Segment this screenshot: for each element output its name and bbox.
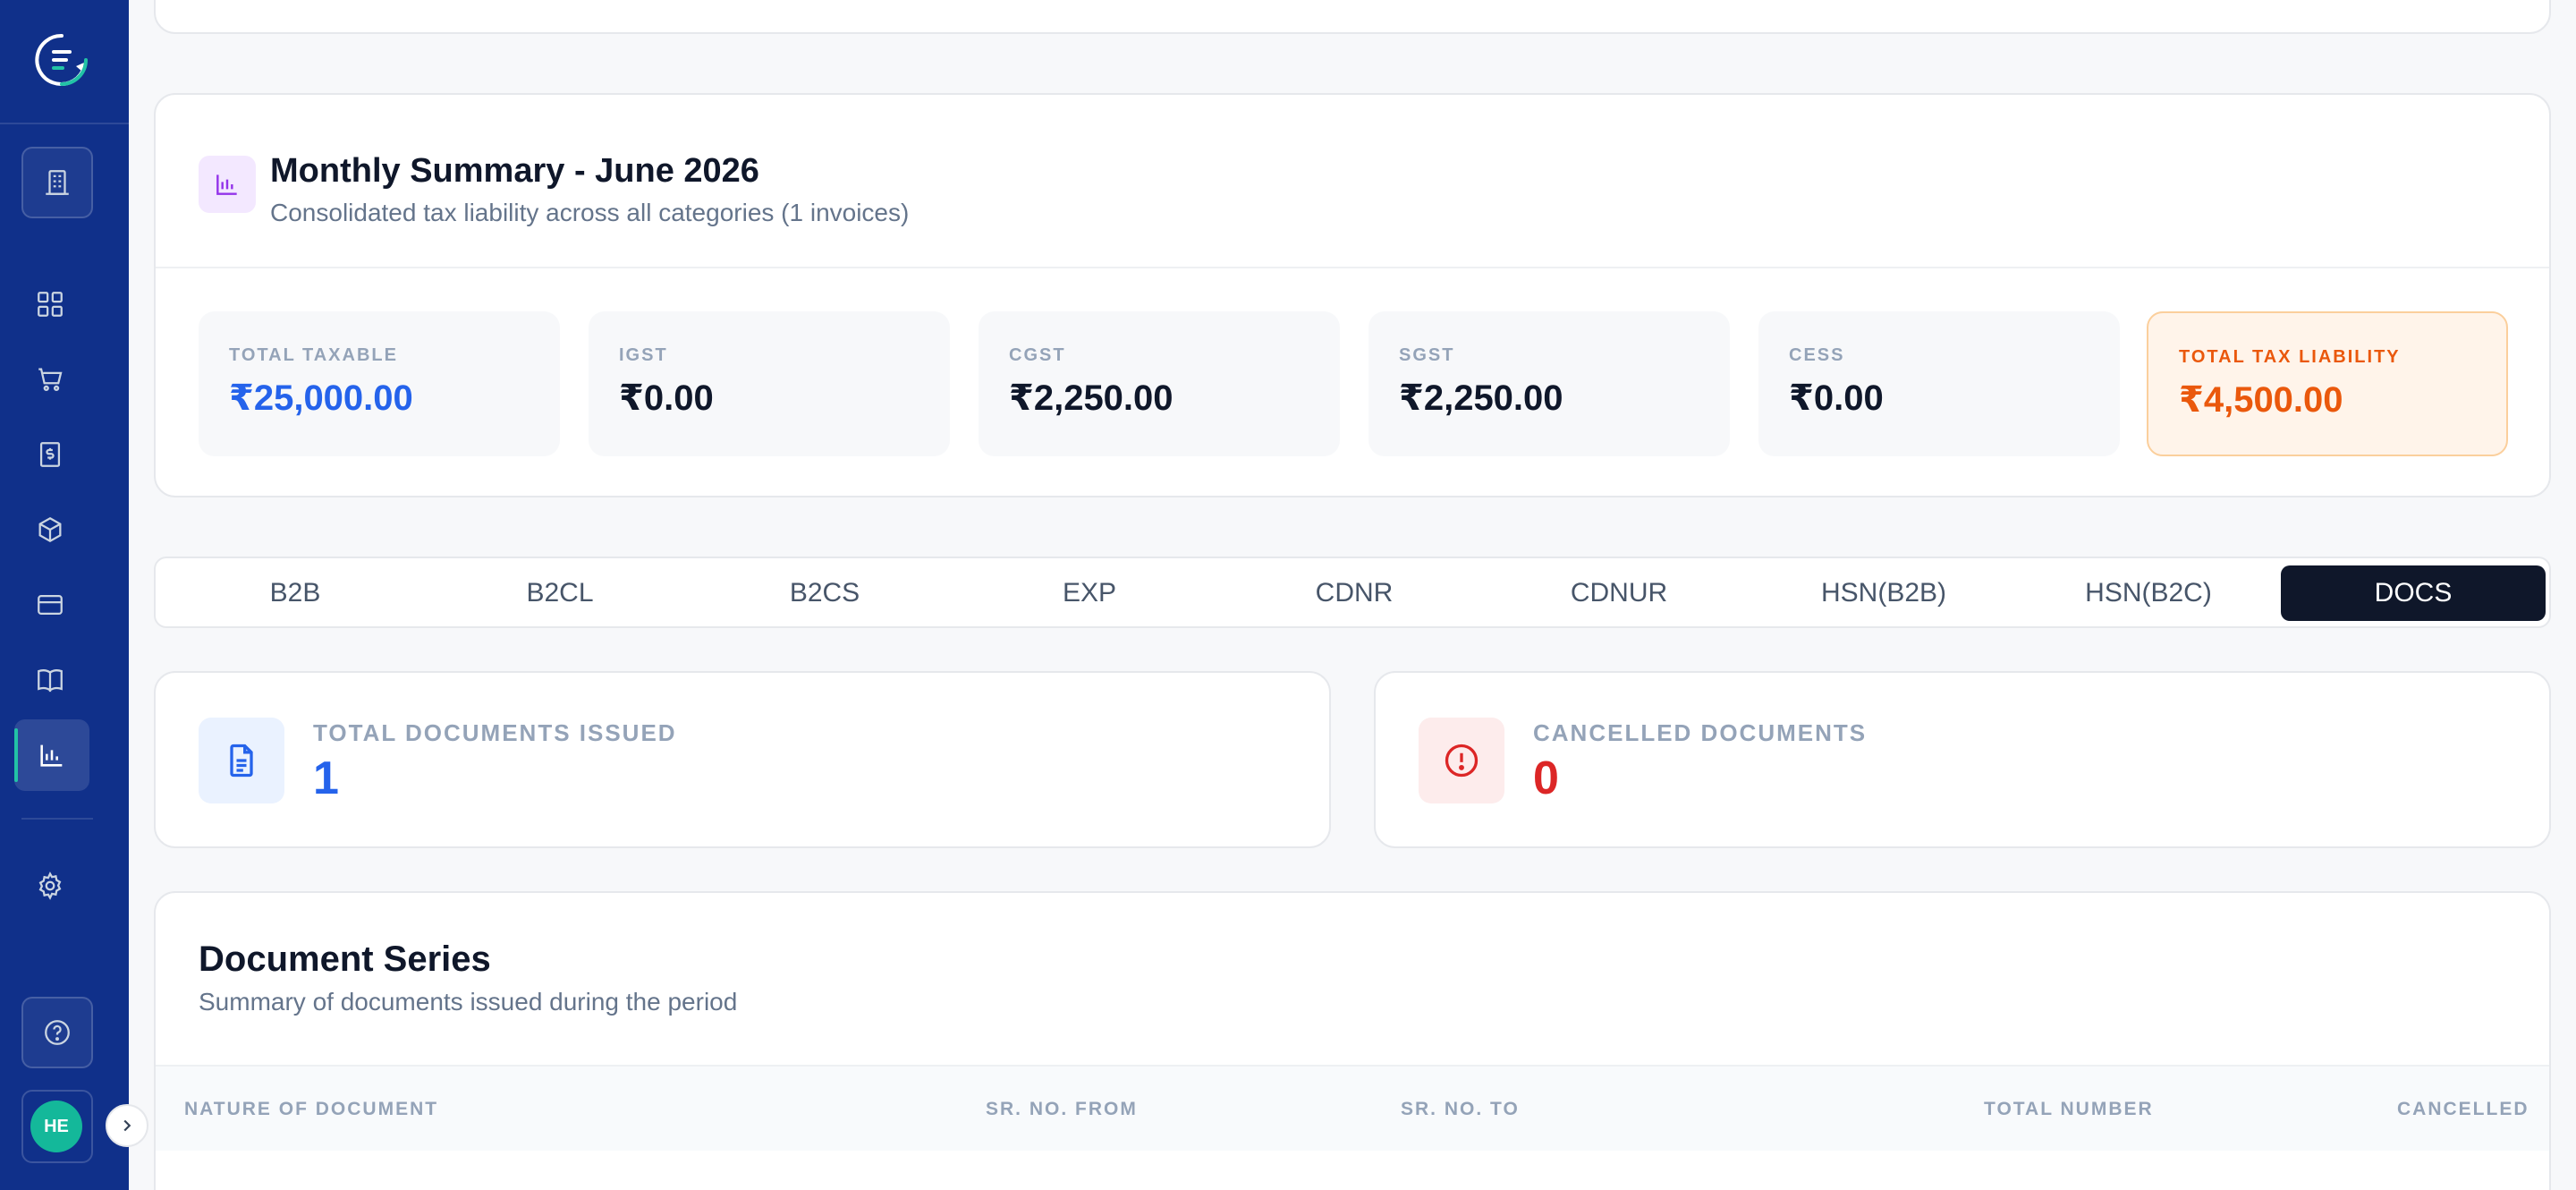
metric-igst: IGST ₹0.00 (589, 311, 950, 456)
sidebar-item-products[interactable] (25, 505, 75, 555)
tab-docs[interactable]: DOCS (2281, 565, 2546, 621)
series-subtitle: Summary of documents issued during the p… (199, 988, 738, 1016)
sidebar-item-settings[interactable] (25, 861, 75, 911)
metric-label: IGST (619, 345, 668, 365)
column-header-total: TOTAL NUMBER (1984, 1099, 2154, 1119)
tab-cdnur[interactable]: CDNUR (1487, 565, 1751, 621)
stat-value: 1 (313, 752, 339, 804)
gstr-section-tabs: B2B B2CL B2CS EXP CDNR CDNUR HSN(B2B) HS… (154, 557, 2551, 628)
invoice-icon (39, 442, 61, 467)
help-icon (45, 1020, 70, 1045)
metric-value: ₹4,500.00 (2179, 380, 2343, 420)
metric-label: TOTAL TAXABLE (229, 345, 398, 365)
summary-title: Monthly Summary - June 2026 (270, 152, 759, 190)
sidebar-collapse-button[interactable] (106, 1104, 148, 1147)
gear-icon (38, 871, 62, 900)
metric-total-tax-liability: TOTAL TAX LIABILITY ₹4,500.00 (2147, 311, 2508, 456)
sidebar-item-invoices[interactable] (25, 429, 75, 480)
stat-value: 0 (1533, 752, 1559, 804)
sidebar-divider (21, 818, 93, 820)
package-icon (38, 516, 62, 543)
stat-label: TOTAL DOCUMENTS ISSUED (313, 719, 677, 746)
sidebar-item-ledger[interactable] (25, 655, 75, 705)
book-icon (38, 669, 63, 693)
alert-circle-icon (1419, 718, 1504, 803)
metric-label: SGST (1399, 345, 1455, 365)
series-title: Document Series (199, 939, 491, 979)
sidebar-item-purchases[interactable] (25, 354, 75, 404)
column-header-cancelled: CANCELLED (2397, 1099, 2529, 1119)
table-header: NATURE OF DOCUMENT SR. NO. FROM SR. NO. … (156, 1065, 2549, 1151)
chevron-right-icon (123, 1119, 131, 1132)
metric-value: ₹0.00 (619, 378, 714, 418)
metric-label: CESS (1789, 345, 1845, 365)
document-series-card: Document Series Summary of documents iss… (154, 891, 2551, 1190)
stat-label: CANCELLED DOCUMENTS (1533, 719, 1868, 746)
metric-cgst: CGST ₹2,250.00 (979, 311, 1340, 456)
metric-label: CGST (1009, 345, 1066, 365)
tab-b2cl[interactable]: B2CL (428, 565, 692, 621)
avatar[interactable]: HE (30, 1101, 82, 1152)
building-icon (46, 170, 69, 195)
tab-hsn-b2c[interactable]: HSN(B2C) (2016, 565, 2281, 621)
sidebar-item-reports[interactable] (14, 719, 89, 791)
column-header-sr-to: SR. NO. TO (1401, 1099, 1520, 1119)
tab-hsn-b2b[interactable]: HSN(B2B) (1751, 565, 2016, 621)
help-button[interactable] (21, 997, 93, 1068)
metric-cess: CESS ₹0.00 (1758, 311, 2120, 456)
monthly-summary-card: Monthly Summary - June 2026 Consolidated… (154, 93, 2551, 497)
tab-b2b[interactable]: B2B (163, 565, 428, 621)
total-documents-card: TOTAL DOCUMENTS ISSUED 1 (154, 671, 1331, 848)
column-header-sr-from: SR. NO. FROM (986, 1099, 1138, 1119)
bar-chart-icon (40, 744, 63, 767)
metric-value: ₹0.00 (1789, 378, 1884, 418)
tab-cdnr[interactable]: CDNR (1222, 565, 1487, 621)
metric-value: ₹2,250.00 (1399, 378, 1563, 418)
metric-label: TOTAL TAX LIABILITY (2179, 347, 2401, 367)
company-switch-button[interactable] (21, 147, 93, 218)
metric-value: ₹2,250.00 (1009, 378, 1174, 418)
sidebar: HE (0, 0, 129, 1190)
summary-divider (156, 267, 2549, 268)
app-logo-icon[interactable] (32, 30, 91, 89)
metric-value: ₹25,000.00 (229, 378, 413, 418)
tab-exp[interactable]: EXP (957, 565, 1222, 621)
document-icon (199, 718, 284, 803)
tab-b2cs[interactable]: B2CS (692, 565, 957, 621)
cart-icon (38, 368, 63, 392)
cancelled-documents-card: CANCELLED DOCUMENTS 0 (1374, 671, 2551, 848)
summary-subtitle: Consolidated tax liability across all ca… (270, 199, 910, 226)
top-card (154, 0, 2551, 34)
summary-header: Monthly Summary - June 2026 Consolidated… (199, 152, 2506, 233)
sidebar-item-dashboard[interactable] (25, 279, 75, 329)
dashboard-icon (38, 292, 63, 317)
sidebar-item-payments[interactable] (25, 580, 75, 630)
credit-card-icon (38, 594, 63, 616)
metric-sgst: SGST ₹2,250.00 (1368, 311, 1730, 456)
metric-total-taxable: TOTAL TAXABLE ₹25,000.00 (199, 311, 560, 456)
summary-chart-icon (199, 156, 256, 213)
column-header-nature: NATURE OF DOCUMENT (184, 1099, 439, 1119)
sidebar-divider (0, 123, 129, 124)
